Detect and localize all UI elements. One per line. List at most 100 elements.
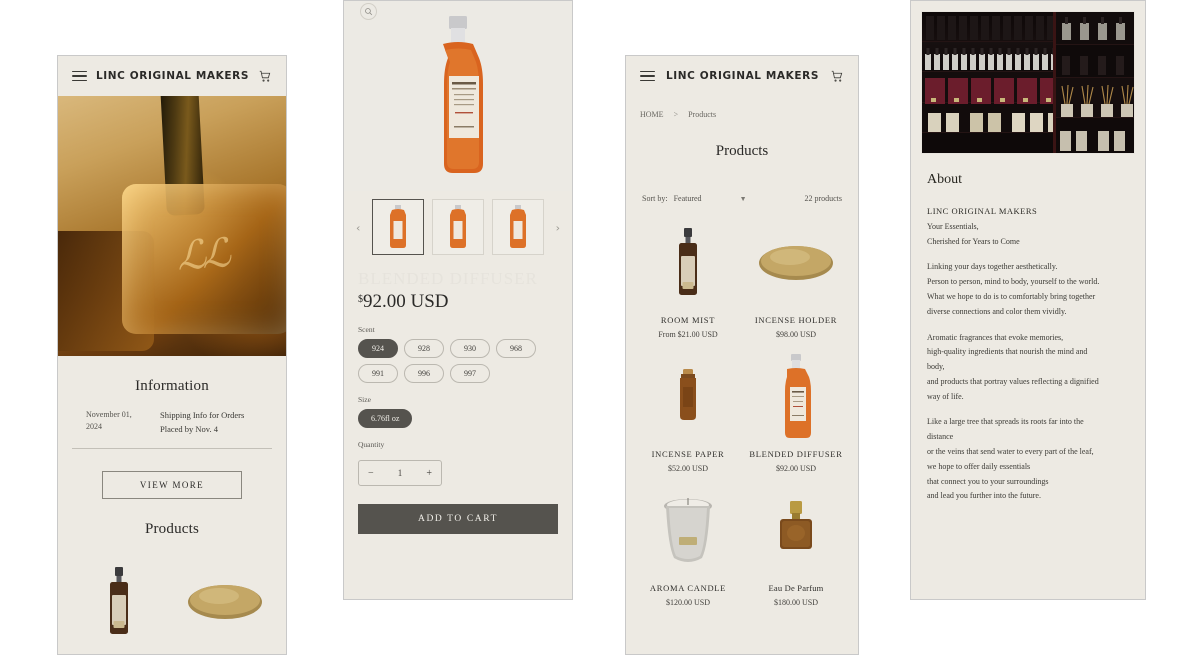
- news-date: November 01, 2024: [86, 410, 132, 431]
- sort-label: Sort by:: [642, 194, 668, 203]
- about-para2-line3: body,: [927, 362, 945, 372]
- product-card-incense-holder[interactable]: INCENSE HOLDER: [174, 556, 276, 654]
- aroma-candle-thumb: [636, 485, 740, 577]
- about-para3-line4: we hope to offer daily essentials: [927, 461, 1031, 471]
- about-para3-line3: or the veins that send water to every pa…: [927, 447, 1094, 457]
- shelf-left-columns: [922, 12, 1061, 153]
- product-card-blended-diffuser[interactable]: BLENDED DIFFUSER $92.00 USD: [744, 351, 848, 473]
- size-option-676floz[interactable]: 6.76fl oz: [358, 409, 413, 428]
- scent-option-996[interactable]: 996: [404, 364, 444, 383]
- hamburger-icon[interactable]: [72, 71, 87, 81]
- decrement-button[interactable]: −: [368, 468, 374, 479]
- scent-options: 924 928 930 968 991 996 997: [344, 339, 572, 383]
- about-body: LINC ORIGINAL MAKERS Your Essentials, Ch…: [911, 188, 1145, 504]
- scent-option-997[interactable]: 997: [450, 364, 490, 383]
- about-para1-line1: Linking your days together aesthetically…: [927, 262, 1058, 272]
- quantity-value[interactable]: 1: [398, 468, 403, 478]
- home-product-grid: ROOM MIST INCENSE HOLDER: [58, 552, 286, 654]
- product-count: 22 products: [804, 194, 842, 203]
- product-name: INCENSE HOLDER: [754, 315, 838, 325]
- product-name: INCENSE PAPER: [651, 449, 725, 459]
- sort-value: Featured: [673, 194, 702, 203]
- product-price: $180.00 USD: [773, 598, 818, 607]
- breadcrumb-home[interactable]: HOME: [640, 110, 664, 119]
- scent-option-928[interactable]: 928: [404, 339, 444, 358]
- breadcrumb-current: Products: [688, 110, 717, 119]
- incense-holder-thumb: [744, 217, 848, 309]
- scent-label: Scent: [358, 325, 375, 334]
- about-para3-line6: and lead you further into the future.: [927, 491, 1041, 501]
- incense-holder-thumb: [174, 556, 276, 648]
- view-more-button[interactable]: VIEW MORE: [102, 471, 242, 500]
- cart-icon[interactable]: [830, 69, 844, 84]
- about-brandline: LINC ORIGINAL MAKERS: [927, 206, 1038, 216]
- product-price: From $21.00 USD: [658, 330, 718, 339]
- about-para2-line1: Aromatic fragrances that evoke memories,: [927, 332, 1064, 342]
- breadcrumb-separator: >: [673, 110, 679, 119]
- add-to-cart-button[interactable]: ADD TO CART: [358, 504, 558, 534]
- scent-option-968[interactable]: 968: [496, 339, 536, 358]
- products-heading: Products: [144, 521, 200, 538]
- blended-diffuser-thumb: [744, 351, 848, 443]
- product-card-aroma-candle[interactable]: AROMA CANDLE $120.00 USD: [636, 485, 740, 607]
- quantity-label: Quantity: [358, 440, 385, 449]
- product-price: $92.00 USD: [775, 464, 816, 473]
- panel-about: About LINC ORIGINAL MAKERS Your Essentia…: [910, 0, 1146, 600]
- scent-option-991[interactable]: 991: [358, 364, 398, 383]
- page-title: Products: [715, 143, 769, 159]
- product-name: ROOM MIST: [660, 315, 716, 325]
- hamburger-icon[interactable]: [640, 71, 655, 81]
- size-options: 6.76fl oz: [344, 409, 572, 428]
- product-main-image[interactable]: [344, 1, 572, 191]
- size-label: Size: [358, 395, 371, 404]
- information-heading: Information: [135, 378, 209, 394]
- about-para2-line5: way of life.: [927, 391, 964, 401]
- about-tagline-2: Cherished for Years to Come: [927, 236, 1020, 246]
- store-shelf-image: [921, 11, 1135, 154]
- chevron-left-icon[interactable]: ‹: [356, 222, 360, 235]
- sort-bar: Sort by: Featured ▼ 22 products: [626, 160, 858, 203]
- product-name: AROMA CANDLE: [649, 583, 727, 593]
- scent-option-930[interactable]: 930: [450, 339, 490, 358]
- product-card-incense-paper[interactable]: INCENSE PAPER $52.00 USD: [636, 351, 740, 473]
- sort-select[interactable]: Featured ▼: [674, 194, 747, 203]
- about-heading: About: [927, 172, 962, 187]
- product-name: BLENDED DIFFUSER: [749, 449, 843, 459]
- scent-option-924[interactable]: 924: [358, 339, 398, 358]
- news-text: Shipping Info for Orders Placed by Nov. …: [160, 410, 245, 434]
- about-hero-wrap: [911, 1, 1145, 154]
- about-para1-line3: What we hope to do is to comfortably bri…: [927, 291, 1096, 301]
- eau-de-parfum-thumb: [744, 485, 848, 577]
- price-value: 92.00 USD: [363, 291, 449, 312]
- chevron-right-icon[interactable]: ›: [556, 222, 560, 235]
- product-card-room-mist[interactable]: ROOM MIST From $21.00 USD: [636, 217, 740, 339]
- thumbnail-1[interactable]: [372, 199, 424, 255]
- product-name: Eau De Parfum: [768, 583, 824, 593]
- collection-product-grid: ROOM MIST From $21.00 USD INCENSE HOLDER…: [626, 203, 858, 607]
- panel-collection: LINC ORIGINAL MAKERS HOME > Products Pro…: [625, 55, 859, 655]
- shelf-right-columns: [1055, 12, 1134, 153]
- product-card-incense-holder[interactable]: INCENSE HOLDER $98.00 USD: [744, 217, 848, 339]
- panel-product-detail: ‹ › BLENDED DIFFUSER $92.00 USD Scent 92…: [343, 0, 573, 600]
- about-para3-line2: distance: [927, 432, 954, 442]
- incense-paper-thumb: [636, 351, 740, 443]
- product-gallery: [344, 1, 572, 191]
- about-para2-line4: and products that portray values reflect…: [927, 376, 1099, 386]
- site-header-home: LINC ORIGINAL MAKERS: [58, 56, 286, 96]
- brand-logo[interactable]: LINC ORIGINAL MAKERS: [96, 70, 249, 82]
- brand-logo[interactable]: LINC ORIGINAL MAKERS: [666, 70, 819, 82]
- product-card-room-mist[interactable]: ROOM MIST: [68, 556, 170, 654]
- thumbnail-2[interactable]: [432, 199, 484, 255]
- product-card-eau-de-parfum[interactable]: Eau De Parfum $180.00 USD: [744, 485, 848, 607]
- about-para3-line5: that connect you to your surroundings: [927, 476, 1049, 486]
- quantity-stepper[interactable]: − 1 +: [358, 460, 442, 486]
- about-para2-line2: high-quality ingredients that nourish th…: [927, 347, 1088, 357]
- product-price: $52.00 USD: [667, 464, 708, 473]
- room-mist-thumb: [68, 556, 170, 648]
- product-price: $120.00 USD: [665, 598, 710, 607]
- cart-icon[interactable]: [258, 69, 272, 84]
- screenshot-canvas: LINC ORIGINAL MAKERS ℒℒ Information Nove…: [0, 0, 1200, 655]
- thumbnail-3[interactable]: [492, 199, 544, 255]
- news-item[interactable]: November 01, 2024 Shipping Info for Orde…: [72, 409, 272, 450]
- increment-button[interactable]: +: [426, 468, 432, 479]
